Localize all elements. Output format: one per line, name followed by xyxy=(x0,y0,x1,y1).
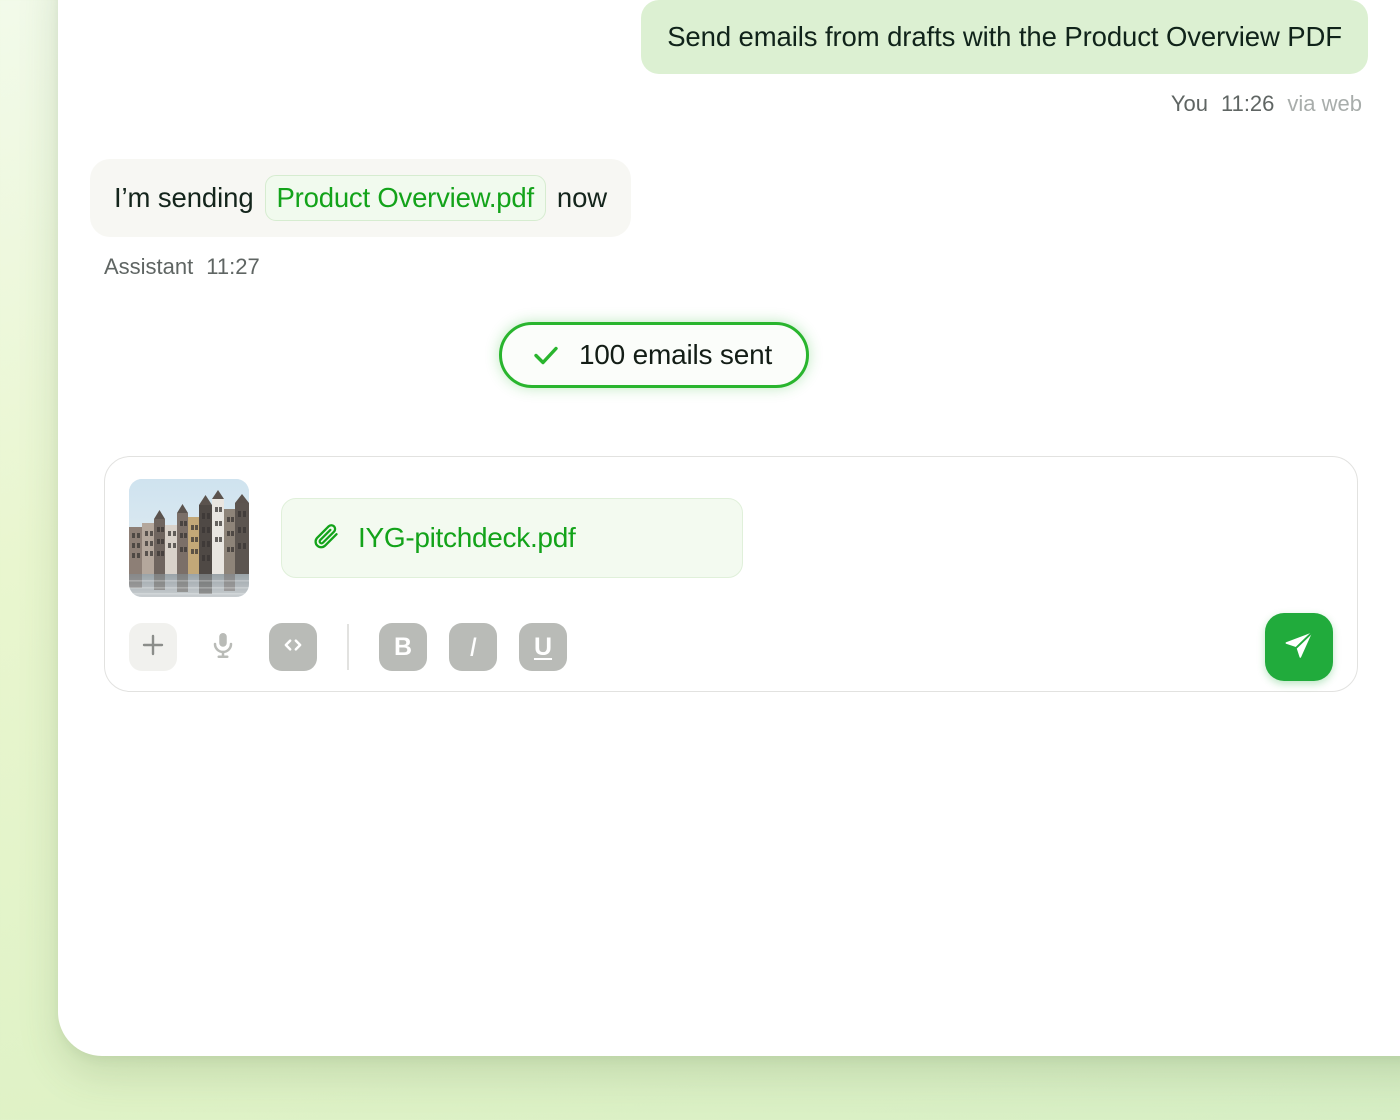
code-icon xyxy=(280,632,306,663)
attachment-file-chip[interactable]: IYG-pitchdeck.pdf xyxy=(281,498,743,579)
status-label: 100 emails sent xyxy=(578,339,773,371)
status-pill-row: 100 emails sent xyxy=(90,322,1368,389)
voice-input-button[interactable] xyxy=(199,623,247,671)
microphone-icon xyxy=(208,630,238,665)
message-row-user: Send emails from drafts with the Product… xyxy=(90,0,1368,75)
message-author: Assistant xyxy=(104,254,194,280)
underline-format-button[interactable]: U xyxy=(519,623,567,672)
assistant-message-bubble[interactable]: I’m sending Product Overview.pdf now xyxy=(90,159,632,238)
plus-icon xyxy=(139,631,167,664)
bold-icon: B xyxy=(393,632,413,661)
user-message-bubble[interactable]: Send emails from drafts with the Product… xyxy=(641,0,1368,75)
amsterdam-canal-houses-image xyxy=(129,479,249,598)
add-attachment-button[interactable] xyxy=(129,623,177,672)
user-message-meta: You 11:26 via web xyxy=(90,91,1368,117)
check-icon xyxy=(530,339,562,371)
paperclip-icon xyxy=(312,521,341,555)
code-format-button[interactable] xyxy=(269,623,317,672)
toolbar-divider xyxy=(347,624,349,671)
chat-message-list[interactable]: Send emails from drafts with the Product… xyxy=(58,0,1400,1016)
attachment-row: IYG-pitchdeck.pdf xyxy=(129,479,1333,598)
app-window-panel: Send emails from drafts with the Product… xyxy=(58,0,1400,1056)
assistant-text-before: I’m sending xyxy=(114,182,254,214)
assistant-text-after: now xyxy=(556,182,608,214)
message-composer[interactable]: IYG-pitchdeck.pdf B I U xyxy=(104,456,1358,693)
bold-format-button[interactable]: B xyxy=(379,623,427,672)
message-author: You xyxy=(1170,91,1208,117)
attachment-thumbnail[interactable] xyxy=(129,479,249,598)
underline-icon: U xyxy=(533,632,553,661)
assistant-message-meta: Assistant 11:27 xyxy=(90,254,1368,280)
assistant-message-group: I’m sending Product Overview.pdf now Ass… xyxy=(90,159,1368,280)
message-timestamp: 11:26 xyxy=(1220,91,1275,117)
italic-icon: I xyxy=(469,631,477,662)
message-row-assistant: I’m sending Product Overview.pdf now xyxy=(90,159,1368,238)
status-badge[interactable]: 100 emails sent xyxy=(498,322,810,389)
attachment-filename: IYG-pitchdeck.pdf xyxy=(358,522,576,554)
send-paper-plane-icon xyxy=(1281,627,1317,668)
inline-file-chip[interactable]: Product Overview.pdf xyxy=(264,175,546,222)
italic-format-button[interactable]: I xyxy=(449,623,497,672)
message-timestamp: 11:27 xyxy=(206,254,260,280)
message-source: via web xyxy=(1287,91,1362,117)
composer-toolbar: B I U xyxy=(129,613,1333,682)
send-button[interactable] xyxy=(1265,613,1333,682)
